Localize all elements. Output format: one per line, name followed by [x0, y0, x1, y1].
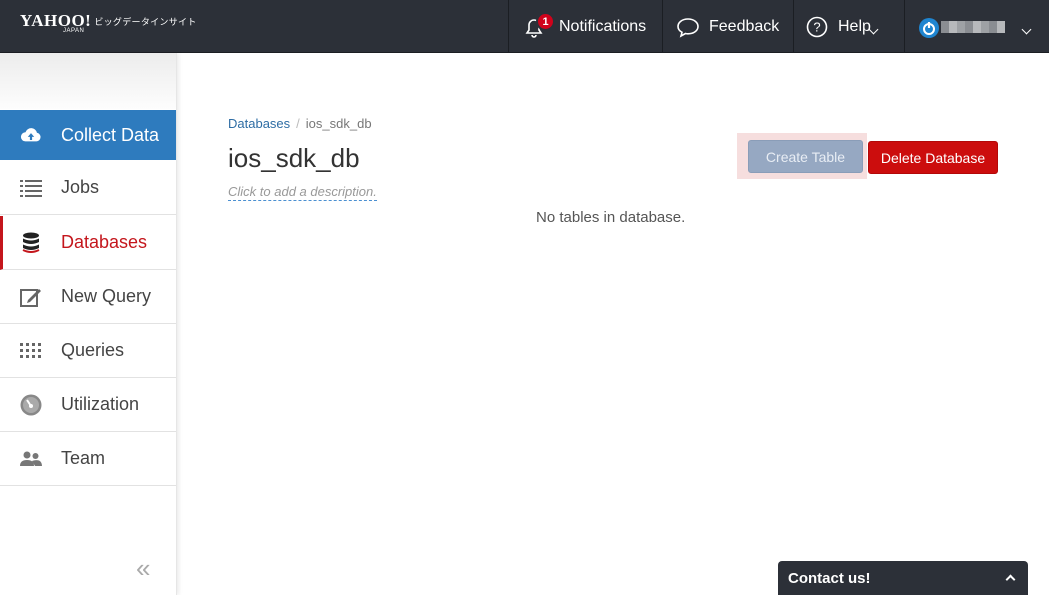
- sidebar-item-label: New Query: [61, 286, 152, 306]
- user-menu[interactable]: [904, 0, 1049, 53]
- breadcrumb-separator: /: [296, 116, 300, 131]
- sidebar-item-utilization[interactable]: Utilization: [0, 378, 176, 432]
- create-table-button[interactable]: Create Table: [748, 140, 863, 173]
- sidebar: Collect Data Jobs Databases New Query Qu…: [0, 53, 177, 595]
- brand-japan-text: JAPAN: [63, 28, 85, 34]
- sidebar-item-label: Databases: [61, 232, 148, 252]
- notifications-menu[interactable]: 1 Notifications: [508, 0, 661, 53]
- team-icon: [20, 448, 42, 470]
- page-title: ios_sdk_db: [228, 143, 360, 173]
- brand-yahoo-text: YAHOO!: [20, 11, 92, 30]
- database-icon: [20, 232, 42, 254]
- empty-state-message: No tables in database.: [536, 209, 686, 226]
- sidebar-item-queries[interactable]: Queries: [0, 324, 176, 378]
- username-redacted: [941, 21, 1005, 33]
- feedback-menu[interactable]: Feedback: [662, 0, 792, 53]
- gauge-icon: [20, 394, 42, 416]
- sidebar-item-team[interactable]: Team: [0, 432, 176, 486]
- sidebar-item-label: Queries: [61, 340, 125, 360]
- cloud-upload-icon: [20, 124, 42, 146]
- user-avatar-icon: [918, 17, 940, 44]
- sidebar-item-new-query[interactable]: New Query: [0, 270, 176, 324]
- sidebar-item-label: Utilization: [61, 394, 140, 414]
- delete-database-button[interactable]: Delete Database: [868, 141, 998, 174]
- feedback-label: Feedback: [709, 17, 780, 35]
- top-navbar: YAHOO! JAPAN ビッグデータインサイト 1 Notifications…: [0, 0, 1049, 53]
- sidebar-item-collect-data[interactable]: Collect Data: [0, 110, 176, 160]
- breadcrumb-link-databases[interactable]: Databases: [228, 116, 290, 131]
- sidebar-item-label: Jobs: [61, 177, 100, 197]
- help-label: Help: [838, 17, 871, 35]
- breadcrumb-current: ios_sdk_db: [305, 116, 372, 131]
- notifications-label: Notifications: [559, 17, 647, 35]
- sidebar-item-databases[interactable]: Databases: [0, 216, 176, 270]
- list-icon: [20, 177, 42, 199]
- notification-count-badge: 1: [536, 12, 555, 31]
- sidebar-item-jobs[interactable]: Jobs: [0, 161, 176, 215]
- collapse-sidebar-button[interactable]: «: [136, 553, 150, 584]
- breadcrumb: Databases / ios_sdk_db: [228, 116, 372, 131]
- help-circle-icon: ?: [806, 16, 828, 43]
- brand-subtitle: ビッグデータインサイト: [94, 17, 197, 27]
- brand-logo[interactable]: YAHOO! JAPAN ビッグデータインサイト: [20, 11, 197, 34]
- chevron-up-icon: [1005, 574, 1016, 585]
- contact-us-widget[interactable]: Contact us!: [778, 561, 1028, 595]
- chevron-down-icon: [1021, 24, 1032, 35]
- grid-icon: [20, 340, 42, 362]
- description-field[interactable]: Click to add a description.: [228, 184, 377, 201]
- sidebar-top-spacer: [0, 53, 176, 109]
- svg-text:?: ?: [813, 20, 820, 35]
- speech-bubble-icon: [676, 16, 700, 43]
- edit-icon: [20, 286, 42, 308]
- contact-us-label: Contact us!: [788, 569, 871, 587]
- help-menu[interactable]: ? Help: [793, 0, 903, 53]
- sidebar-item-label: Collect Data: [61, 124, 160, 145]
- sidebar-item-label: Team: [61, 448, 106, 468]
